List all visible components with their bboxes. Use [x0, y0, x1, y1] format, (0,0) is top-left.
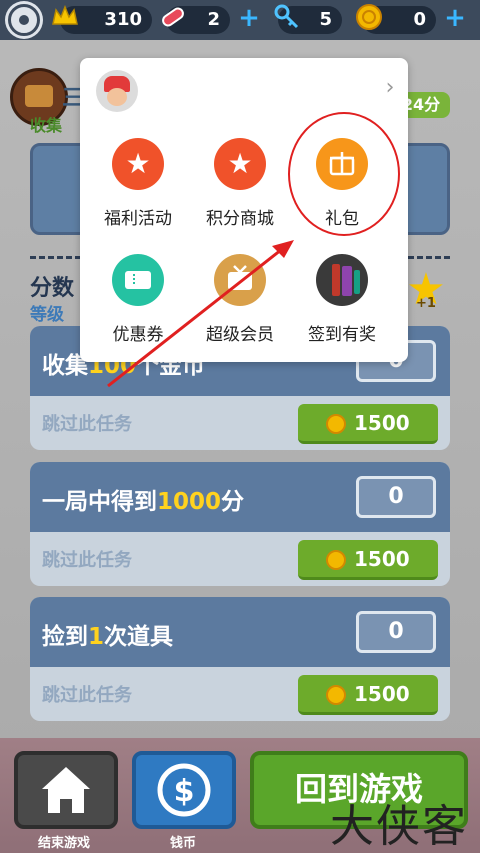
pointer-arrow-icon	[107, 240, 294, 388]
